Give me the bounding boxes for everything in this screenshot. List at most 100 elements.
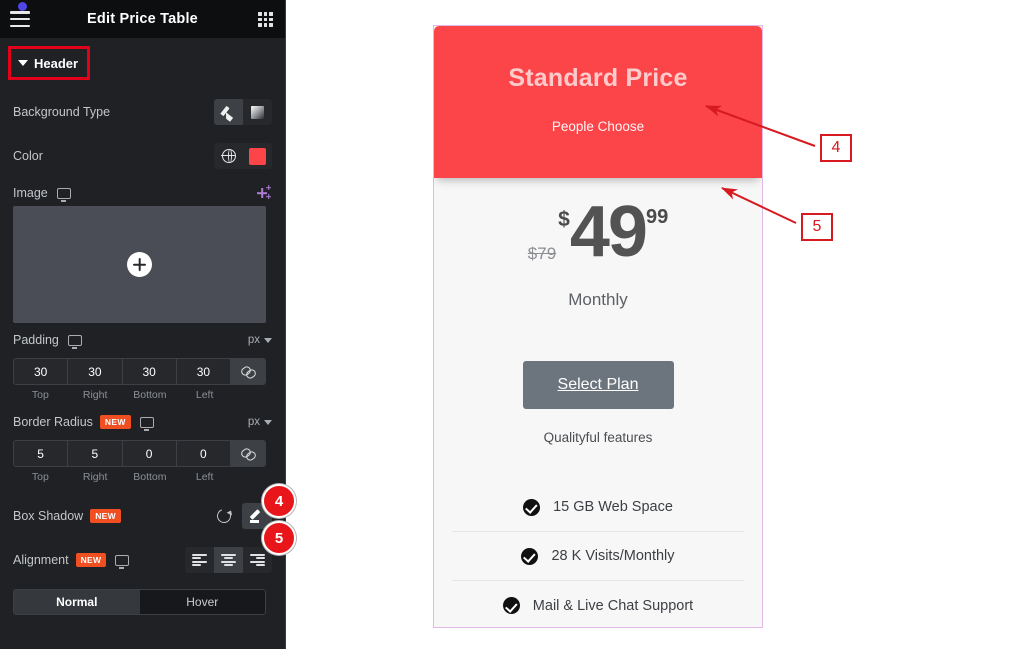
currency-symbol: $ xyxy=(558,208,570,231)
padding-inputs: 30 30 30 30 xyxy=(13,358,266,385)
hamburger-icon[interactable] xyxy=(10,11,30,27)
plus-circle-icon xyxy=(127,252,152,277)
border-radius-top-input[interactable]: 5 xyxy=(14,441,69,466)
new-badge: NEW xyxy=(75,553,107,567)
alignment-options xyxy=(185,547,272,573)
chevron-down-icon xyxy=(264,419,272,425)
padding-unit-value: px xyxy=(247,334,260,346)
reset-icon[interactable] xyxy=(214,506,234,526)
border-radius-unit-value: px xyxy=(247,416,260,428)
list-item: 28 K Visits/Monthly xyxy=(452,532,744,581)
feature-text: 28 K Visits/Monthly xyxy=(551,548,675,564)
annotation-label-4: 4 xyxy=(820,134,852,162)
row-padding: Padding px xyxy=(13,333,272,349)
panel-title: Edit Price Table xyxy=(87,11,198,27)
row-image: Image xyxy=(13,185,272,202)
align-center-button[interactable] xyxy=(214,547,243,573)
align-left-button[interactable] xyxy=(185,547,214,573)
padding-side-right-label: Right xyxy=(82,389,108,401)
price-integer: 49 xyxy=(569,192,648,272)
border-radius-link-toggle[interactable] xyxy=(231,441,265,466)
link-icon xyxy=(241,366,255,377)
price-period: Monthly xyxy=(568,290,628,309)
check-circle-icon xyxy=(523,498,541,516)
align-left-icon xyxy=(192,554,207,566)
new-badge: NEW xyxy=(99,415,131,429)
color-swatch-button[interactable] xyxy=(243,143,272,169)
editor-panel: Edit Price Table Header Background Type … xyxy=(0,0,286,649)
border-radius-side-labels: Top Right Bottom Left xyxy=(13,471,266,483)
price-table-subtitle: People Choose xyxy=(551,119,645,134)
price-table-widget[interactable]: Standard Price People Choose $79 $ 49 99… xyxy=(433,25,763,628)
align-right-icon xyxy=(250,554,265,566)
original-price: $79 xyxy=(527,244,557,263)
section-header-toggle[interactable]: Header xyxy=(8,46,90,80)
tab-normal[interactable]: Normal xyxy=(14,590,140,614)
row-alignment: Alignment NEW xyxy=(13,547,272,573)
color-label: Color xyxy=(13,149,43,163)
padding-unit-select[interactable]: px xyxy=(248,334,272,346)
monitor-icon[interactable] xyxy=(115,554,130,569)
monitor-icon[interactable] xyxy=(139,416,154,431)
global-color-button[interactable] xyxy=(214,143,243,169)
monitor-icon[interactable] xyxy=(56,187,71,202)
border-radius-inputs: 5 5 0 0 xyxy=(13,440,266,467)
padding-link-toggle[interactable] xyxy=(231,359,265,384)
padding-side-labels: Top Right Bottom Left xyxy=(13,389,266,401)
row-background-type: Background Type xyxy=(13,99,272,125)
gradient-button[interactable] xyxy=(243,99,272,125)
select-plan-button[interactable]: Select Plan xyxy=(522,361,674,409)
background-type-options xyxy=(214,99,272,125)
border-radius-bottom-input[interactable]: 0 xyxy=(122,441,177,466)
list-item: 15 GB Web Space xyxy=(452,483,744,532)
grid-apps-icon[interactable] xyxy=(258,12,273,27)
row-border-radius: Border Radius NEW px xyxy=(13,415,272,431)
price-table-title: Standard Price xyxy=(508,64,688,92)
border-radius-label: Border Radius xyxy=(13,415,93,429)
border-radius-side-top-label: Top xyxy=(31,471,49,483)
padding-side-bottom-label: Bottom xyxy=(133,389,167,401)
price-table-header[interactable]: Standard Price People Choose xyxy=(434,26,762,178)
row-color: Color xyxy=(13,143,272,169)
callout-badge-4: 4 xyxy=(262,484,296,518)
border-radius-right-input[interactable]: 5 xyxy=(68,441,123,466)
align-center-icon xyxy=(221,554,236,566)
padding-label: Padding xyxy=(13,333,59,347)
list-item: Mail & Live Chat Support xyxy=(452,581,744,627)
section-header-label: Header xyxy=(34,55,79,71)
padding-top-input[interactable]: 30 xyxy=(14,359,69,384)
color-controls xyxy=(214,143,272,169)
feature-text: 15 GB Web Space xyxy=(553,499,673,515)
feature-text: Mail & Live Chat Support xyxy=(532,597,694,614)
new-badge: NEW xyxy=(90,509,121,523)
check-circle-icon xyxy=(521,547,539,565)
alignment-label: Alignment xyxy=(13,553,69,567)
notification-dot-icon xyxy=(18,2,27,11)
globe-icon xyxy=(221,148,236,163)
padding-right-input[interactable]: 30 xyxy=(68,359,123,384)
box-shadow-label: Box Shadow xyxy=(13,509,84,523)
check-circle-icon xyxy=(502,597,520,614)
padding-side-top-label: Top xyxy=(31,389,49,401)
price-table-body: $79 $ 49 99 Monthly Select Plan Qualityf… xyxy=(434,178,762,627)
border-radius-left-input[interactable]: 0 xyxy=(176,441,231,466)
padding-bottom-input[interactable]: 30 xyxy=(122,359,177,384)
classic-brush-button[interactable] xyxy=(214,99,243,125)
sparkle-icon[interactable] xyxy=(256,185,272,201)
app-root: Edit Price Table Header Background Type … xyxy=(0,0,1024,649)
row-box-shadow: Box Shadow NEW xyxy=(13,503,272,529)
padding-left-input[interactable]: 30 xyxy=(176,359,231,384)
state-tabs: Normal Hover xyxy=(13,589,266,615)
border-radius-side-left-label: Left xyxy=(195,471,214,483)
gradient-icon xyxy=(251,105,264,119)
price-row: $79 $ 49 99 xyxy=(434,192,762,282)
monitor-icon[interactable] xyxy=(67,334,82,349)
tab-hover[interactable]: Hover xyxy=(139,590,265,614)
callout-badge-5: 5 xyxy=(262,521,296,555)
color-swatch xyxy=(249,147,266,165)
border-radius-side-bottom-label: Bottom xyxy=(133,471,167,483)
price-decimal: 99 xyxy=(645,206,669,228)
image-upload-area[interactable] xyxy=(13,206,266,323)
border-radius-unit-select[interactable]: px xyxy=(248,416,272,428)
border-radius-side-right-label: Right xyxy=(82,471,108,483)
